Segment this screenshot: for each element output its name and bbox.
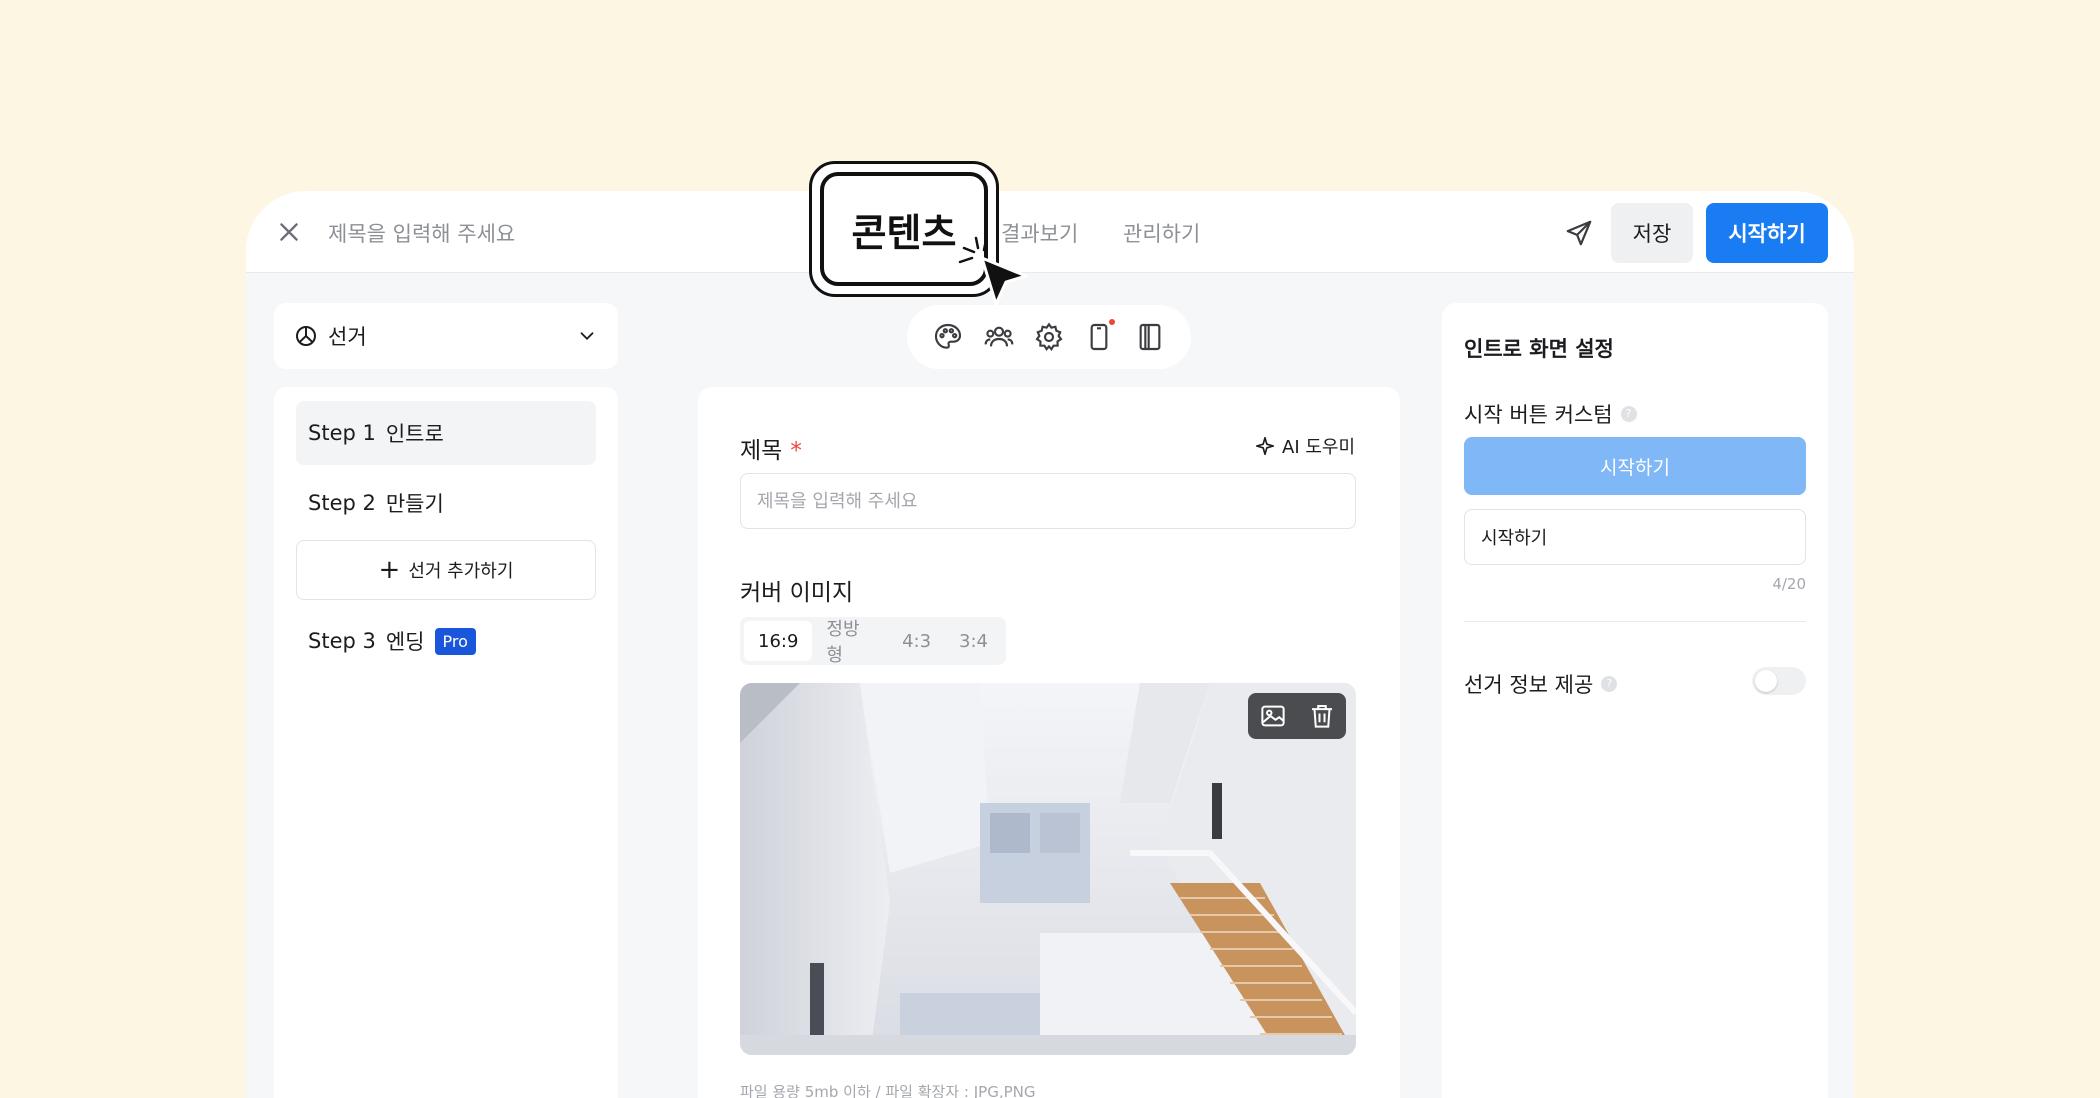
mobile-icon [1090, 323, 1108, 351]
intro-settings-panel: 인트로 화면 설정 시작 버튼 커스텀 ? 시작하기 4/20 선거 정보 제공… [1442, 303, 1828, 1098]
aspect-ratio-tabs: 16:9 정방형 4:3 3:4 [740, 617, 1006, 666]
elect-info-label: 선거 정보 제공 ? [1464, 669, 1618, 699]
plus-icon: + [378, 555, 401, 585]
ratio-3-4[interactable]: 3:4 [945, 621, 1002, 661]
document-title[interactable]: 제목을 입력해 주세요 [328, 218, 515, 248]
step-number: Step 3 [308, 629, 376, 653]
step-intro[interactable]: Step 1 인트로 [296, 401, 596, 465]
title-input[interactable] [740, 473, 1356, 529]
send-icon [1566, 220, 1592, 246]
chevron-down-icon [580, 332, 594, 341]
theme-tool[interactable] [932, 321, 964, 353]
file-hint: 파일 용량 5mb 이하 / 파일 확장자 : JPG,PNG [740, 1083, 1036, 1098]
book-icon [1139, 323, 1161, 351]
ratio-square[interactable]: 정방형 [812, 619, 888, 666]
ai-helper-button[interactable]: AI 도우미 [1254, 433, 1355, 459]
content-card: 제목 * AI 도우미 커버 이미지 16:9 정방형 4:3 3:4 [698, 387, 1400, 1098]
ratio-4-3[interactable]: 4:3 [888, 621, 945, 661]
toggle-knob [1755, 670, 1777, 692]
category-selector[interactable]: 선거 [274, 303, 618, 369]
close-button[interactable] [276, 219, 302, 245]
step-number: Step 2 [308, 491, 376, 515]
ratio-16-9[interactable]: 16:9 [744, 621, 813, 661]
add-election-label: 선거 추가하기 [408, 561, 514, 582]
share-button[interactable] [1564, 218, 1594, 248]
elect-info-text: 선거 정보 제공 [1464, 673, 1594, 697]
mobile-preview-tool[interactable] [1083, 319, 1116, 353]
tab-manage[interactable]: 관리하기 [1123, 218, 1200, 248]
start-button[interactable]: 시작하기 [1706, 203, 1828, 263]
step-label: 만들기 [385, 492, 444, 516]
pie-chart-icon [296, 326, 316, 346]
title-label-text: 제목 [740, 438, 783, 464]
trash-icon [1311, 705, 1332, 728]
start-button-preview: 시작하기 [1464, 437, 1806, 495]
step-ending[interactable]: Step 3 엔딩 Pro [296, 609, 596, 673]
step-label: 엔딩 [385, 630, 425, 654]
cover-image [740, 683, 1356, 1055]
panel-title: 인트로 화면 설정 [1464, 337, 1614, 361]
pro-badge: Pro [434, 627, 476, 655]
button-custom-text: 시작 버튼 커스텀 [1464, 403, 1613, 427]
required-mark: * [790, 438, 802, 464]
participants-tool[interactable] [983, 321, 1015, 353]
gear-icon [1035, 322, 1063, 351]
selector-label: 선거 [328, 325, 367, 349]
editor-toolbar [907, 305, 1191, 369]
steps-panel: Step 1 인트로 Step 2 만들기 + 선거 추가하기 Step 3 엔… [274, 387, 618, 1098]
help-icon[interactable]: ? [1601, 676, 1618, 692]
top-bar: 제목을 입력해 주세요 결과보기 관리하기 저장 시작하기 [246, 191, 1854, 273]
save-button[interactable]: 저장 [1611, 203, 1693, 263]
title-field-label: 제목 * [740, 431, 802, 465]
users-icon [984, 326, 1013, 347]
elect-info-toggle[interactable] [1752, 667, 1806, 695]
step-create[interactable]: Step 2 만들기 [296, 471, 596, 535]
add-election-button[interactable]: + 선거 추가하기 [296, 540, 596, 600]
step-label: 인트로 [385, 422, 444, 446]
image-icon [1260, 705, 1285, 727]
app-window: 제목을 입력해 주세요 결과보기 관리하기 저장 시작하기 선거 Step 1 … [246, 191, 1854, 1098]
step-number: Step 1 [308, 421, 376, 445]
delete-image-button[interactable] [1307, 701, 1337, 731]
close-icon [280, 223, 298, 241]
button-text-input[interactable] [1464, 509, 1806, 565]
mouse-cursor-icon [952, 236, 1034, 310]
ai-helper-label: AI 도우미 [1282, 437, 1356, 458]
cover-image-actions [1248, 693, 1346, 739]
settings-tool[interactable] [1033, 321, 1065, 353]
char-counter: 4/20 [1772, 575, 1806, 593]
cover-image-label: 커버 이미지 [740, 580, 854, 606]
help-icon[interactable]: ? [1620, 406, 1637, 422]
sparkle-icon [1255, 436, 1275, 456]
pages-tool[interactable] [1134, 321, 1166, 353]
palette-icon [935, 323, 962, 349]
divider [1464, 621, 1806, 622]
replace-image-button[interactable] [1258, 701, 1288, 731]
button-custom-label: 시작 버튼 커스텀 ? [1464, 399, 1637, 429]
